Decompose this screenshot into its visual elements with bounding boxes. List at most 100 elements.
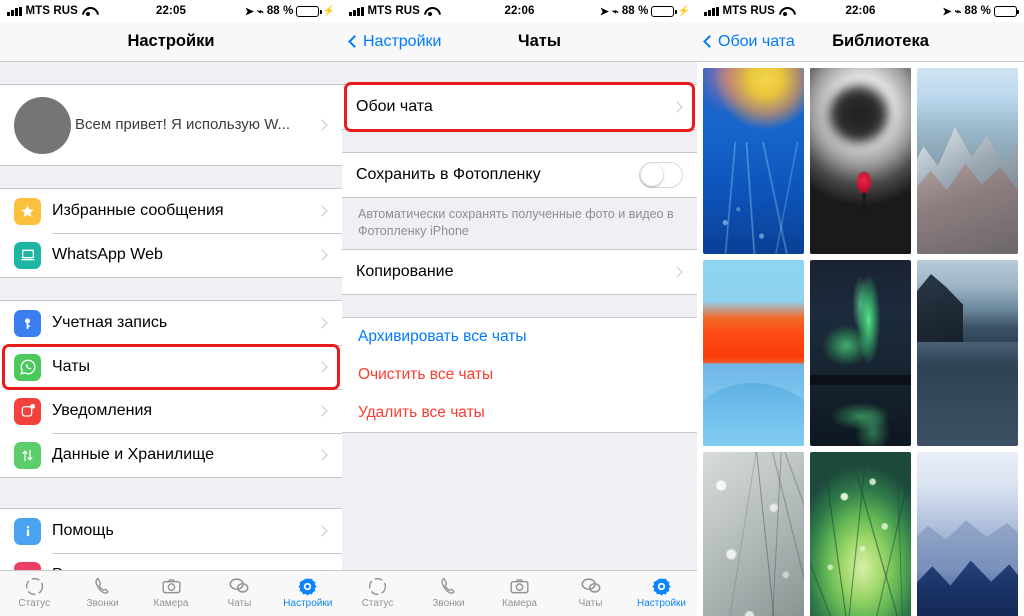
- chevron-right-icon: [316, 119, 328, 131]
- back-button-label: Обои чата: [718, 32, 795, 50]
- sidebar-item-notifications[interactable]: Уведомления: [0, 389, 342, 433]
- star-icon: [14, 197, 41, 225]
- tab-label: Статус: [18, 598, 51, 609]
- tab-calls[interactable]: Звонки: [68, 575, 136, 609]
- tab-bar: Статус Звонки Камера Чаты Настройки: [0, 570, 342, 616]
- tab-camera[interactable]: Камера: [484, 575, 555, 609]
- chat-bubbles-icon: [228, 575, 250, 597]
- screen-chats-settings: MTS RUS 22:06 ➤ ⌁ 88 % ⚡ Настройки Чаты: [342, 0, 697, 616]
- wallpaper-thumbnail[interactable]: [703, 68, 804, 254]
- row-label: Обои чата: [356, 98, 433, 115]
- tab-status[interactable]: Статус: [342, 575, 413, 609]
- wallpaper-thumbnail[interactable]: [810, 260, 911, 446]
- gear-icon: [651, 575, 672, 597]
- list-spacer: [0, 278, 342, 300]
- wallpaper-thumbnail[interactable]: [917, 68, 1018, 254]
- row-chat-wallpaper[interactable]: Обои чата: [342, 85, 697, 129]
- wallpaper-thumbnail[interactable]: [810, 68, 911, 254]
- list-spacer: [0, 478, 342, 508]
- chats-settings-list: Обои чата Сохранить в Фотопленку Автомат…: [342, 62, 697, 570]
- tab-settings[interactable]: Настройки: [626, 575, 697, 609]
- wallpaper-thumbnail[interactable]: [703, 452, 804, 616]
- status-ring-icon: [367, 575, 388, 597]
- wallpaper-thumbnail[interactable]: [917, 452, 1018, 616]
- list-spacer: [0, 166, 342, 188]
- status-bar: MTS RUS 22:06 ➤ ⌁ 88 % ⚡: [342, 0, 697, 22]
- chevron-right-icon: [316, 249, 328, 261]
- back-button[interactable]: Обои чата: [703, 32, 795, 51]
- avatar: [14, 96, 71, 154]
- tab-label: Настройки: [283, 598, 333, 609]
- arrows-updown-icon: [14, 441, 41, 469]
- save-to-camera-roll-toggle[interactable]: [639, 162, 683, 188]
- tab-status[interactable]: Статус: [0, 575, 68, 609]
- info-icon: [14, 517, 41, 545]
- status-bar-right: ➤ ⌁ 88 %: [942, 5, 1020, 18]
- screen-wallpaper-library: MTS RUS 22:06 ➤ ⌁ 88 % Обои чата Библиот…: [697, 0, 1024, 616]
- key-icon: [14, 309, 41, 337]
- battery-percent: 88 %: [266, 5, 294, 17]
- bulk-actions-group: Архивировать все чаты Очистить все чаты …: [342, 317, 697, 433]
- status-bar-right: ➤ ⌁ 88 % ⚡: [245, 5, 335, 18]
- list-spacer: [342, 62, 697, 84]
- row-copy[interactable]: Копирование: [342, 250, 697, 294]
- sidebar-item-label: Чаты: [52, 358, 91, 375]
- phone-icon: [93, 575, 113, 597]
- wallpaper-thumbnail[interactable]: [917, 260, 1018, 446]
- list-spacer: [342, 130, 697, 152]
- sidebar-item-label: WhatsApp Web: [52, 246, 163, 263]
- heart-icon: [14, 561, 41, 570]
- tab-camera[interactable]: Камера: [137, 575, 205, 609]
- location-arrow-icon: ➤: [599, 5, 610, 18]
- status-bar-right: ➤ ⌁ 88 % ⚡: [600, 5, 690, 18]
- tab-label: Чаты: [578, 598, 603, 609]
- status-ring-icon: [24, 575, 45, 597]
- profile-status: Всем привет! Я использую W...: [75, 116, 291, 133]
- tab-label: Камера: [502, 598, 537, 609]
- tab-label: Настройки: [636, 598, 687, 609]
- back-button-label: Настройки: [363, 32, 442, 50]
- wallpaper-thumbnail[interactable]: [703, 260, 804, 446]
- action-delete-all-chats[interactable]: Удалить все чаты: [342, 394, 697, 432]
- location-arrow-icon: ➤: [244, 5, 255, 18]
- status-bar: MTS RUS 22:05 ➤ ⌁ 88 % ⚡: [0, 0, 342, 22]
- sidebar-item-whatsapp-web[interactable]: WhatsApp Web: [0, 233, 342, 277]
- sidebar-item-data-storage[interactable]: Данные и Хранилище: [0, 433, 342, 477]
- row-label: Копирование: [356, 263, 454, 280]
- action-archive-all-chats[interactable]: Архивировать все чаты: [342, 318, 697, 356]
- back-button[interactable]: Настройки: [348, 32, 442, 51]
- sidebar-item-label: Уведомления: [52, 402, 153, 419]
- chat-bubbles-icon: [580, 575, 602, 597]
- profile-row[interactable]: Всем привет! Я использую W...: [0, 85, 342, 165]
- row-label: Сохранить в Фотопленку: [356, 166, 541, 183]
- tab-label: Звонки: [432, 598, 465, 609]
- copy-group: Копирование: [342, 249, 697, 295]
- battery-percent: 88 %: [964, 5, 991, 17]
- chevron-right-icon: [316, 361, 328, 373]
- wallpaper-thumbnail[interactable]: [810, 452, 911, 616]
- page-title: Настройки: [127, 32, 215, 50]
- action-clear-all-chats[interactable]: Очистить все чаты: [342, 356, 697, 394]
- tab-chats[interactable]: Чаты: [555, 575, 626, 609]
- nav-bar: Обои чата Библиотека: [697, 22, 1024, 62]
- tab-chats[interactable]: Чаты: [205, 575, 273, 609]
- sidebar-item-help[interactable]: Помощь: [0, 509, 342, 553]
- settings-group-2: Учетная запись Чаты Уведомления Данные и…: [0, 300, 342, 478]
- three-screenshot-collage: MTS RUS 22:05 ➤ ⌁ 88 % ⚡ Настройки Всем …: [0, 0, 1024, 616]
- chevron-right-icon: [316, 525, 328, 537]
- bluetooth-icon: ⌁: [612, 5, 619, 18]
- row-save-to-camera-roll[interactable]: Сохранить в Фотопленку: [342, 153, 697, 197]
- sidebar-item-chats[interactable]: Чаты: [0, 345, 342, 389]
- sidebar-item-label: Избранные сообщения: [52, 202, 224, 219]
- wallpaper-group: Обои чата: [342, 82, 697, 132]
- tab-calls[interactable]: Звонки: [413, 575, 484, 609]
- sidebar-item-starred-messages[interactable]: Избранные сообщения: [0, 189, 342, 233]
- laptop-icon: [14, 241, 41, 269]
- tab-settings[interactable]: Настройки: [274, 575, 342, 609]
- sidebar-item-tell-a-friend[interactable]: Рассказать другу: [0, 553, 342, 570]
- sidebar-item-account[interactable]: Учетная запись: [0, 301, 342, 345]
- whatsapp-icon: [14, 353, 41, 381]
- chevron-right-icon: [671, 101, 683, 113]
- location-arrow-icon: ➤: [942, 5, 952, 18]
- save-to-camera-roll-footnote: Автоматически сохранять полученные фото …: [342, 198, 697, 249]
